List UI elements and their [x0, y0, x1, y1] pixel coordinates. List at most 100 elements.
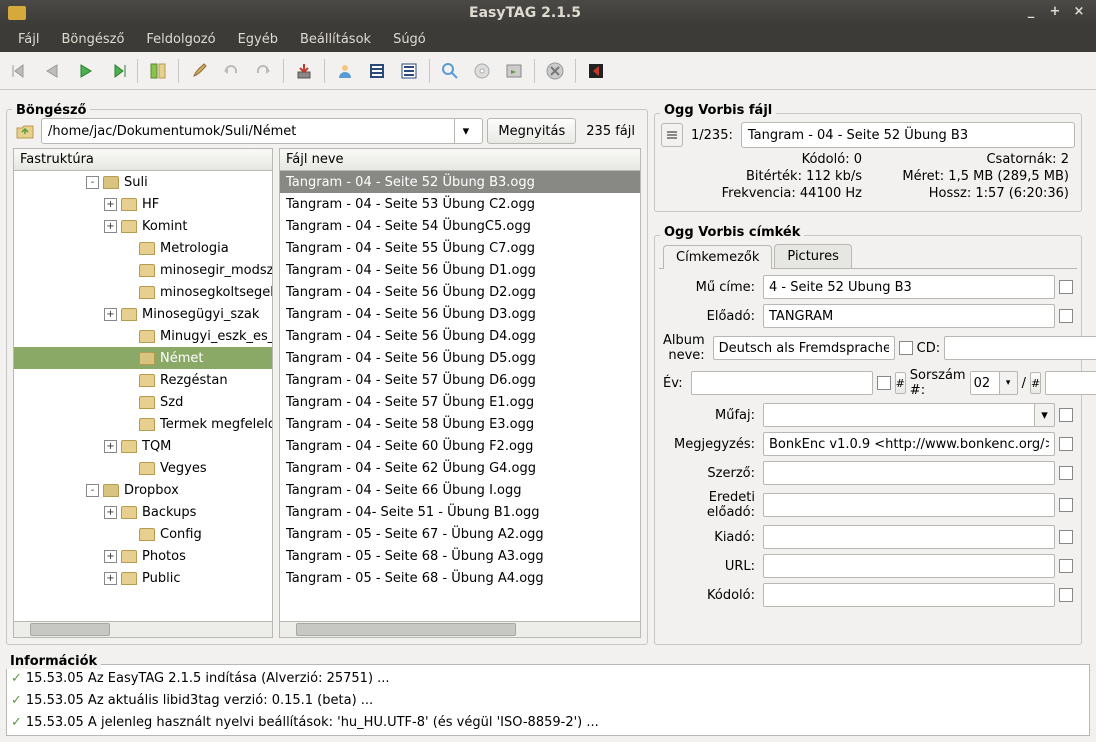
tree-item[interactable]: +HF [14, 193, 272, 215]
comment-input[interactable] [763, 432, 1055, 456]
composer-chk[interactable] [1059, 466, 1073, 480]
tracktotal-input[interactable] [1045, 371, 1096, 395]
genre-dropdown-icon[interactable]: ▾ [1034, 404, 1054, 426]
tree-item[interactable]: Termek megfelelo [14, 413, 272, 435]
tab-pictures[interactable]: Pictures [774, 244, 851, 268]
prev-button[interactable] [38, 56, 68, 86]
file-header[interactable]: Fájl neve [280, 149, 640, 171]
collapse-icon[interactable]: - [86, 484, 99, 497]
save-button[interactable] [289, 56, 319, 86]
menu-other[interactable]: Egyéb [228, 29, 288, 50]
tree-item[interactable]: Rezgéstan [14, 369, 272, 391]
next-button[interactable] [70, 56, 100, 86]
file-item[interactable]: Tangram - 04 - Seite 58 Übung E3.ogg [280, 413, 640, 435]
title-input[interactable] [763, 275, 1055, 299]
year-chk[interactable] [877, 376, 891, 390]
file-item[interactable]: Tangram - 04 - Seite 52 Übung B3.ogg [280, 171, 640, 193]
tree-body[interactable]: -Suli+HF+KomintMetrologiaminosegir_modsz… [14, 171, 272, 621]
title-chk[interactable] [1059, 280, 1073, 294]
file-item[interactable]: Tangram - 05 - Seite 67 - Übung A2.ogg [280, 523, 640, 545]
path-input[interactable] [48, 124, 454, 139]
file-item[interactable]: Tangram - 04 - Seite 56 Übung D4.ogg [280, 325, 640, 347]
album-input[interactable] [713, 336, 895, 360]
encby-input[interactable] [763, 583, 1055, 607]
list1-button[interactable] [362, 56, 392, 86]
menu-settings[interactable]: Beállítások [290, 29, 381, 50]
tracktotal-button[interactable]: # [1030, 372, 1041, 394]
file-item[interactable]: Tangram - 04 - Seite 66 Übung I.ogg [280, 479, 640, 501]
file-item[interactable]: Tangram - 05 - Seite 68 - Übung A3.ogg [280, 545, 640, 567]
cd-input[interactable] [944, 336, 1096, 360]
tree-item[interactable]: +Komint [14, 215, 272, 237]
new-window-button[interactable] [143, 56, 173, 86]
year-input[interactable] [691, 371, 873, 395]
stop-button[interactable] [540, 56, 570, 86]
autonum-button[interactable]: # [895, 372, 906, 394]
maximize-button[interactable]: + [1046, 4, 1064, 22]
quit-button[interactable] [581, 56, 611, 86]
close-button[interactable]: × [1070, 4, 1088, 22]
filename-display[interactable]: Tangram - 04 - Seite 52 Übung B3 [741, 122, 1075, 148]
last-button[interactable] [102, 56, 132, 86]
playlist-button[interactable] [499, 56, 529, 86]
publisher-input[interactable] [763, 525, 1055, 549]
tree-item[interactable]: Config [14, 523, 272, 545]
file-item[interactable]: Tangram - 05 - Seite 68 - Übung A4.ogg [280, 567, 640, 589]
genre-chk[interactable] [1059, 408, 1073, 422]
expand-icon[interactable]: + [104, 198, 117, 211]
open-button[interactable]: Megnyitás [487, 118, 576, 144]
undo-button[interactable] [216, 56, 246, 86]
tree-item[interactable]: +TQM [14, 435, 272, 457]
expand-icon[interactable]: + [104, 506, 117, 519]
file-item[interactable]: Tangram - 04 - Seite 56 Übung D3.ogg [280, 303, 640, 325]
expand-icon[interactable]: + [104, 220, 117, 233]
encby-chk[interactable] [1059, 588, 1073, 602]
url-input[interactable] [763, 554, 1055, 578]
album-chk[interactable] [899, 341, 913, 355]
tree-item[interactable]: +Photos [14, 545, 272, 567]
redo-button[interactable] [248, 56, 278, 86]
user-button[interactable] [330, 56, 360, 86]
tree-item[interactable]: -Dropbox [14, 479, 272, 501]
tree-item[interactable]: Vegyes [14, 457, 272, 479]
tree-item[interactable]: +Minosegügyi_szak [14, 303, 272, 325]
file-item[interactable]: Tangram - 04 - Seite 57 Übung E1.ogg [280, 391, 640, 413]
tree-item[interactable]: Német [14, 347, 272, 369]
tree-item[interactable]: +Backups [14, 501, 272, 523]
composer-input[interactable] [763, 461, 1055, 485]
tree-item[interactable]: minosegkoltsegek [14, 281, 272, 303]
origartist-input[interactable] [763, 493, 1055, 517]
menu-file[interactable]: Fájl [8, 29, 49, 50]
search-button[interactable] [435, 56, 465, 86]
expand-icon[interactable]: + [104, 572, 117, 585]
origartist-chk[interactable] [1059, 498, 1073, 512]
expand-icon[interactable]: + [104, 550, 117, 563]
file-item[interactable]: Tangram - 04 - Seite 56 Übung D2.ogg [280, 281, 640, 303]
tree-item[interactable]: Szd [14, 391, 272, 413]
path-dropdown-icon[interactable]: ▾ [454, 119, 476, 143]
first-button[interactable] [6, 56, 36, 86]
menu-browser[interactable]: Böngésző [51, 29, 134, 50]
url-chk[interactable] [1059, 559, 1073, 573]
index-button[interactable] [661, 123, 683, 147]
file-item[interactable]: Tangram - 04 - Seite 56 Übung D1.ogg [280, 259, 640, 281]
tree-item[interactable]: Metrologia [14, 237, 272, 259]
artist-chk[interactable] [1059, 309, 1073, 323]
artist-input[interactable] [763, 304, 1055, 328]
file-item[interactable]: Tangram - 04 - Seite 62 Übung G4.ogg [280, 457, 640, 479]
file-item[interactable]: Tangram - 04- Seite 51 - Übung B1.ogg [280, 501, 640, 523]
tree-header[interactable]: Fastruktúra [14, 149, 272, 171]
file-item[interactable]: Tangram - 04 - Seite 55 Übung C7.ogg [280, 237, 640, 259]
tab-fields[interactable]: Címkemezők [663, 245, 772, 269]
tree-hscrollbar[interactable] [14, 621, 272, 637]
tree-item[interactable]: minosegir_modsze [14, 259, 272, 281]
folder-up-icon[interactable] [13, 119, 37, 143]
tree-item[interactable]: -Suli [14, 171, 272, 193]
disc-button[interactable] [467, 56, 497, 86]
file-item[interactable]: Tangram - 04 - Seite 57 Übung D6.ogg [280, 369, 640, 391]
file-hscrollbar[interactable] [280, 621, 640, 637]
expand-icon[interactable]: + [104, 440, 117, 453]
brush-button[interactable] [184, 56, 214, 86]
track-input[interactable] [971, 372, 999, 394]
publisher-chk[interactable] [1059, 530, 1073, 544]
